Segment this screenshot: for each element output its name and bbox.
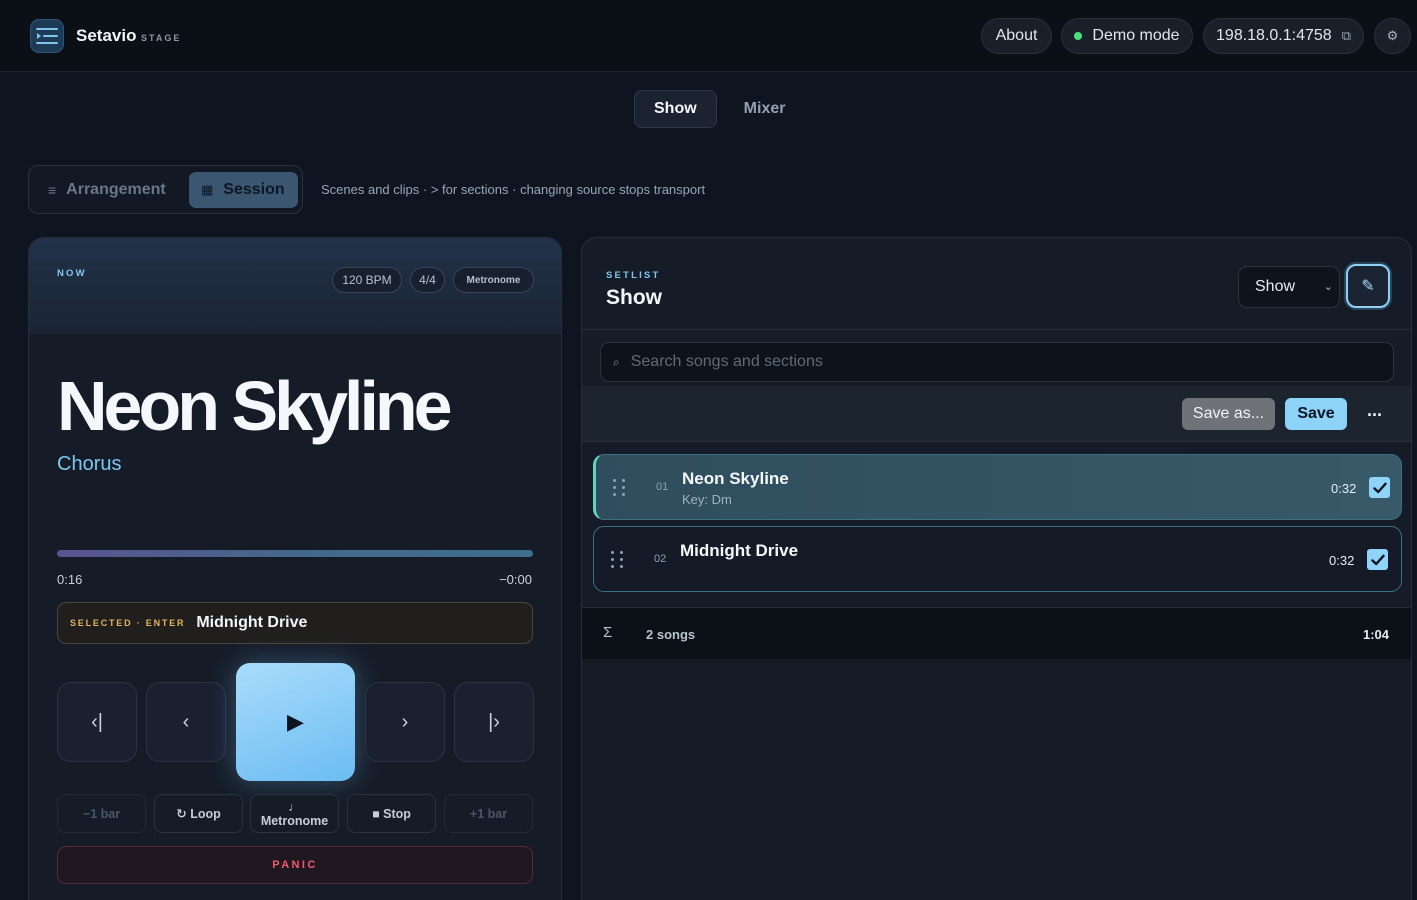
search-input[interactable]: ⌕ Search songs and sections bbox=[600, 342, 1394, 382]
pencil-icon: ✎ bbox=[1361, 278, 1375, 295]
menu-indent-icon bbox=[36, 28, 58, 44]
arrangement-label: Arrangement bbox=[66, 181, 166, 198]
previous-section-button[interactable]: ‹ bbox=[146, 682, 226, 762]
tab-mixer[interactable]: Mixer bbox=[725, 90, 805, 128]
more-options-button[interactable]: ... bbox=[1367, 400, 1382, 421]
edit-setlist-button[interactable]: ✎ bbox=[1346, 264, 1390, 308]
session-button[interactable]: ▦ Session bbox=[189, 172, 298, 208]
previous-song-button[interactable]: ‹| bbox=[57, 682, 137, 762]
setlist-panel: SETLIST Show Show ⌄ ✎ ⌕ Search songs and… bbox=[581, 237, 1412, 900]
song-count: 2 songs bbox=[646, 627, 696, 642]
about-label: About bbox=[995, 27, 1038, 44]
save-button[interactable]: Save bbox=[1285, 398, 1347, 430]
panic-button[interactable]: PANIC bbox=[57, 846, 533, 884]
demo-mode-label: Demo mode bbox=[1092, 27, 1180, 44]
stop-button[interactable]: ■ Stop bbox=[347, 794, 436, 833]
skip-forward-icon: |› bbox=[488, 710, 500, 733]
song-progress-bar[interactable] bbox=[57, 550, 533, 557]
minus-one-bar-button[interactable]: −1 bar bbox=[57, 794, 146, 833]
song-duration: 0:32 bbox=[1331, 481, 1357, 496]
selected-song-name: Midnight Drive bbox=[196, 614, 308, 631]
copy-icon: ⧉ bbox=[1341, 28, 1351, 43]
drag-handle-icon[interactable] bbox=[613, 479, 627, 499]
loop-button[interactable]: ↻ Loop bbox=[154, 794, 243, 833]
song-key: Key: Dm bbox=[682, 492, 732, 507]
gear-icon: ⚙ bbox=[1386, 28, 1399, 43]
view-mode-toggle: ≡ Arrangement ▦ Session bbox=[28, 165, 303, 214]
time-signature-chip[interactable]: 4/4 bbox=[410, 267, 445, 293]
app-name: Setavio bbox=[76, 26, 137, 45]
settings-button[interactable]: ⚙ bbox=[1374, 18, 1411, 54]
search-placeholder: Search songs and sections bbox=[630, 353, 823, 370]
chevron-right-icon: › bbox=[401, 710, 409, 733]
arrangement-button[interactable]: ≡ Arrangement bbox=[36, 172, 186, 208]
setlist-eyebrow: SETLIST bbox=[606, 270, 661, 281]
metronome-chip[interactable]: Metronome bbox=[453, 267, 534, 293]
checkmark-icon bbox=[1370, 554, 1385, 565]
tab-show[interactable]: Show bbox=[634, 90, 717, 128]
grid-icon: ▦ bbox=[201, 182, 214, 197]
next-song-button[interactable]: |› bbox=[454, 682, 534, 762]
selected-next-song[interactable]: SELECTED · ENTER Midnight Drive bbox=[57, 602, 533, 644]
status-dot-icon bbox=[1074, 32, 1083, 40]
drag-handle-icon[interactable] bbox=[611, 551, 625, 571]
chevron-left-icon: ‹ bbox=[182, 710, 190, 733]
checkmark-icon bbox=[1372, 482, 1387, 493]
song-number: 01 bbox=[656, 481, 669, 493]
demo-mode-badge[interactable]: Demo mode bbox=[1061, 18, 1193, 54]
setlist-title: Show bbox=[606, 286, 662, 309]
chevron-down-icon: ⌄ bbox=[1323, 281, 1333, 293]
plus-one-bar-button[interactable]: +1 bar bbox=[444, 794, 533, 833]
play-button[interactable]: ▶ bbox=[236, 663, 355, 781]
app-logo bbox=[30, 19, 64, 53]
save-toolbar: Save as... Save ... bbox=[582, 386, 1411, 442]
skip-back-icon: ‹| bbox=[91, 710, 103, 733]
setlist-summary: Σ 2 songs 1:04 bbox=[582, 607, 1411, 659]
app-subtitle: STAGE bbox=[141, 33, 182, 43]
play-icon: ▶ bbox=[287, 709, 304, 734]
sum-icon: Σ bbox=[603, 624, 613, 641]
bpm-chip[interactable]: 120 BPM bbox=[332, 267, 402, 293]
remaining-time: −0:00 bbox=[499, 572, 532, 587]
setlist-row[interactable]: 01 Neon Skyline Key: Dm 0:32 bbox=[593, 454, 1402, 520]
song-number: 02 bbox=[654, 553, 667, 565]
current-section: Chorus bbox=[57, 453, 122, 475]
about-button[interactable]: About bbox=[981, 18, 1052, 54]
setlist-select[interactable]: Show ⌄ bbox=[1238, 266, 1340, 308]
list-icon: ≡ bbox=[48, 182, 57, 198]
view-mode-hint: Scenes and clips · > for sections · chan… bbox=[321, 182, 706, 197]
metronome-label: Metronome bbox=[260, 813, 329, 828]
song-name: Midnight Drive bbox=[680, 541, 799, 560]
now-panel: NOW 120 BPM 4/4 Metronome Neon Skyline C… bbox=[28, 237, 562, 900]
elapsed-time: 0:16 bbox=[57, 572, 83, 587]
song-name: Neon Skyline bbox=[682, 469, 789, 488]
note-icon: ♩ bbox=[288, 799, 301, 814]
save-as-button[interactable]: Save as... bbox=[1182, 398, 1275, 430]
setlist-select-value: Show bbox=[1255, 278, 1296, 295]
setlist-header: SETLIST Show Show ⌄ ✎ bbox=[582, 238, 1411, 330]
search-icon: ⌕ bbox=[613, 354, 620, 369]
main-tabs: Show Mixer bbox=[634, 90, 804, 128]
song-duration: 0:32 bbox=[1329, 553, 1355, 568]
next-section-button[interactable]: › bbox=[365, 682, 445, 762]
address-copy-button[interactable]: 198.18.0.1:4758 ⧉ bbox=[1203, 18, 1364, 54]
top-bar: Setavio STAGE About Demo mode 198.18.0.1… bbox=[0, 0, 1417, 72]
address-label: 198.18.0.1:4758 bbox=[1216, 27, 1332, 44]
selected-tag: SELECTED · ENTER bbox=[70, 618, 186, 628]
session-label: Session bbox=[223, 181, 285, 198]
include-checkbox[interactable] bbox=[1367, 549, 1388, 570]
include-checkbox[interactable] bbox=[1369, 477, 1390, 498]
metronome-button[interactable]: ♩ Metronome bbox=[250, 794, 339, 833]
setlist-row[interactable]: 02 Midnight Drive 0:32 bbox=[593, 526, 1402, 592]
current-song-title: Neon Skyline bbox=[57, 367, 453, 445]
total-duration: 1:04 bbox=[1363, 627, 1390, 642]
now-eyebrow: NOW bbox=[57, 268, 87, 279]
